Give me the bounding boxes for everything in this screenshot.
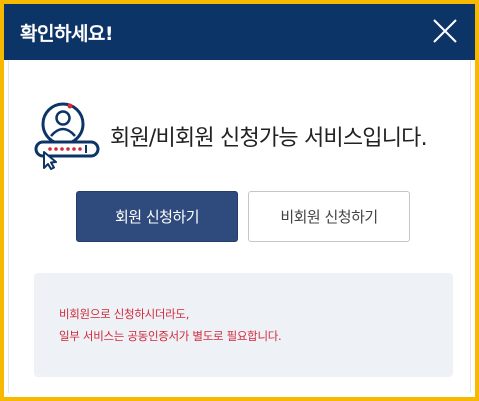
- service-message: 회원/비회원 신청가능 서비스입니다.: [110, 126, 428, 151]
- notice-text-line2: 일부 서비스는 공동인증서가 별도로 필요합니다.: [59, 329, 282, 343]
- dialog-header: 확인하세요!: [4, 4, 475, 60]
- nonmember-apply-button[interactable]: 비회원 신청하기: [248, 191, 410, 242]
- close-icon[interactable]: [431, 17, 459, 45]
- dialog-title: 확인하세요!: [20, 23, 114, 45]
- notice-box: 비회원으로 신청하시더라도, 일부 서비스는 공동인증서가 별도로 필요합니다.: [34, 273, 453, 377]
- confirm-dialog: 확인하세요! 회원/비회원 신청가능 서비스입니다. 회원 신청하기 비회원 신…: [0, 0, 479, 401]
- user-login-icon: [34, 100, 100, 170]
- notice-text-line1: 비회원으로 신청하시더라도,: [59, 307, 190, 321]
- member-apply-button[interactable]: 회원 신청하기: [76, 191, 238, 242]
